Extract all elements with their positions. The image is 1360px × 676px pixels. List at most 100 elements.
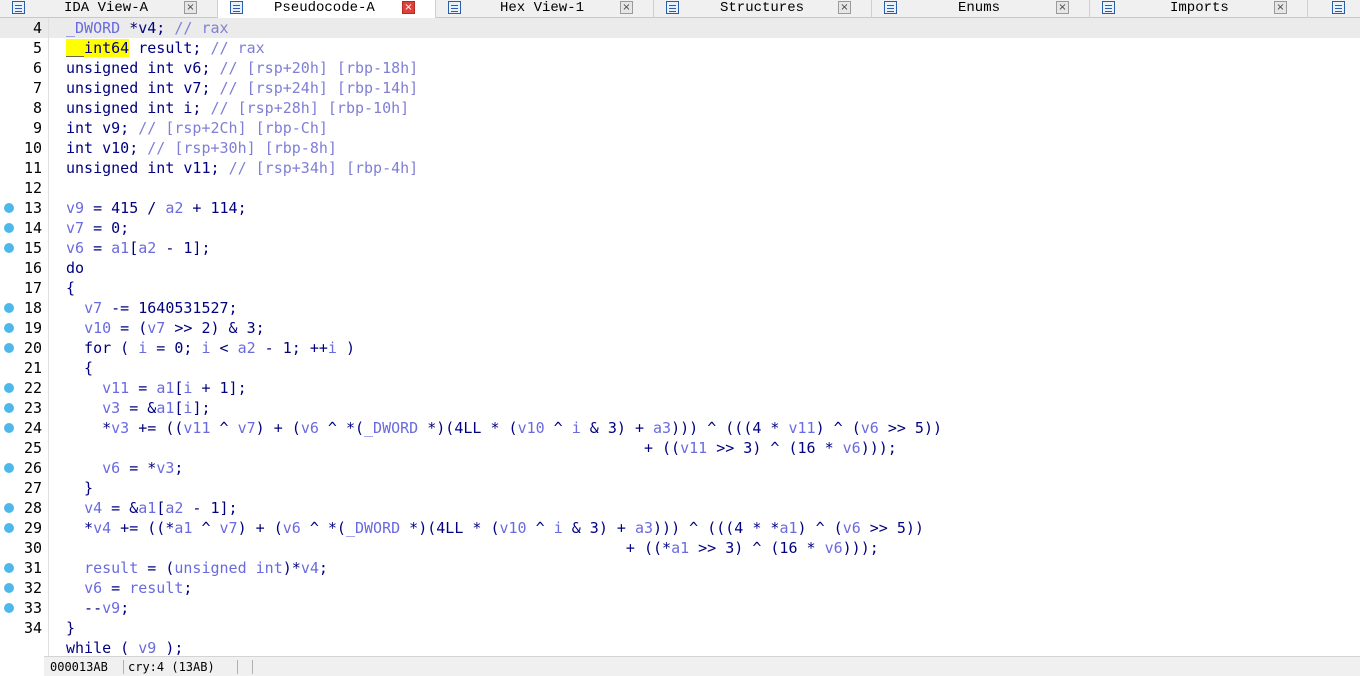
breakpoint-dot-icon[interactable]: [4, 383, 14, 393]
code-token[interactable]: v11: [789, 419, 816, 437]
code-token[interactable]: v6: [283, 519, 301, 537]
code-token[interactable]: v6: [301, 419, 319, 437]
code-token[interactable]: a1: [111, 239, 129, 257]
tab-structures[interactable]: Structures ×: [654, 0, 872, 18]
close-icon[interactable]: ×: [402, 1, 415, 14]
close-icon[interactable]: ×: [184, 1, 197, 14]
code-token[interactable]: unsigned int: [174, 559, 282, 577]
tab-pseudocode-a[interactable]: Pseudocode-A ×: [218, 0, 436, 18]
code-token[interactable]: v6: [84, 579, 102, 597]
breakpoint-dot-icon[interactable]: [4, 223, 14, 233]
code-token[interactable]: v7: [220, 519, 238, 537]
code-line[interactable]: while ( v9 );: [0, 638, 1360, 658]
code-token[interactable]: v3: [102, 399, 120, 417]
code-token[interactable]: v9: [102, 599, 120, 617]
code-token[interactable]: a1: [156, 379, 174, 397]
code-token[interactable]: a2: [165, 199, 183, 217]
code-line[interactable]: 9 int v9; // [rsp+2Ch] [rbp-Ch]: [0, 118, 1360, 138]
code-line[interactable]: 14 v7 = 0;: [0, 218, 1360, 238]
code-line[interactable]: 7 unsigned int v7; // [rsp+24h] [rbp-14h]: [0, 78, 1360, 98]
code-token[interactable]: result: [129, 579, 183, 597]
code-token[interactable]: v11: [183, 419, 210, 437]
code-token[interactable]: result: [84, 559, 138, 577]
code-line[interactable]: 6 unsigned int v6; // [rsp+20h] [rbp-18h]: [0, 58, 1360, 78]
code-line[interactable]: 12: [0, 178, 1360, 198]
code-token[interactable]: v6: [66, 239, 84, 257]
code-token[interactable]: v3: [156, 459, 174, 477]
code-token[interactable]: a1: [779, 519, 797, 537]
breakpoint-dot-icon[interactable]: [4, 203, 14, 213]
code-token[interactable]: a2: [138, 239, 156, 257]
code-token[interactable]: v10: [518, 419, 545, 437]
code-line[interactable]: 29 *v4 += ((*a1 ^ v7) + (v6 ^ *(_DWORD *…: [0, 518, 1360, 538]
breakpoint-dot-icon[interactable]: [4, 403, 14, 413]
breakpoint-dot-icon[interactable]: [4, 503, 14, 513]
breakpoint-dot-icon[interactable]: [4, 563, 14, 573]
code-token[interactable]: v4: [84, 499, 102, 517]
code-line[interactable]: 30 + ((*a1 >> 3) ^ (16 * v6)));: [0, 538, 1360, 558]
tab-imports[interactable]: Imports ×: [1090, 0, 1308, 18]
code-token[interactable]: i: [201, 339, 210, 357]
code-token[interactable]: v9: [66, 199, 84, 217]
tab-hex-view-1[interactable]: Hex View-1 ×: [436, 0, 654, 18]
code-token[interactable]: a1: [156, 399, 174, 417]
code-line[interactable]: 16 do: [0, 258, 1360, 278]
code-token[interactable]: v4: [93, 519, 111, 537]
breakpoint-dot-icon[interactable]: [4, 523, 14, 533]
code-line[interactable]: 25 + ((v11 >> 3) ^ (16 * v6)));: [0, 438, 1360, 458]
code-line[interactable]: 28 v4 = &a1[a2 - 1];: [0, 498, 1360, 518]
code-token[interactable]: a1: [138, 499, 156, 517]
code-token[interactable]: a3: [635, 519, 653, 537]
code-token[interactable]: a3: [653, 419, 671, 437]
code-line[interactable]: 27 }: [0, 478, 1360, 498]
code-token[interactable]: a1: [174, 519, 192, 537]
code-token[interactable]: v9: [138, 639, 156, 657]
code-line[interactable]: 24 *v3 += ((v11 ^ v7) + (v6 ^ *(_DWORD *…: [0, 418, 1360, 438]
code-line[interactable]: 22 v11 = a1[i + 1];: [0, 378, 1360, 398]
code-line[interactable]: 17 {: [0, 278, 1360, 298]
code-token[interactable]: a2: [238, 339, 256, 357]
code-token[interactable]: v6: [861, 419, 879, 437]
code-token[interactable]: v6: [825, 539, 843, 557]
code-token[interactable]: i: [138, 339, 147, 357]
code-token[interactable]: v7: [238, 419, 256, 437]
code-token[interactable]: v7: [147, 319, 165, 337]
code-token[interactable]: v6: [102, 459, 120, 477]
tab-enums[interactable]: Enums ×: [872, 0, 1090, 18]
breakpoint-dot-icon[interactable]: [4, 343, 14, 353]
code-line[interactable]: 23 v3 = &a1[i];: [0, 398, 1360, 418]
code-line[interactable]: 21 {: [0, 358, 1360, 378]
code-line[interactable]: 15 v6 = a1[a2 - 1];: [0, 238, 1360, 258]
close-icon[interactable]: ×: [838, 1, 851, 14]
breakpoint-dot-icon[interactable]: [4, 323, 14, 333]
code-token[interactable]: v11: [102, 379, 129, 397]
code-line[interactable]: 18 v7 -= 1640531527;: [0, 298, 1360, 318]
code-token[interactable]: v6: [843, 519, 861, 537]
close-icon[interactable]: ×: [1056, 1, 1069, 14]
code-line[interactable]: 26 v6 = *v3;: [0, 458, 1360, 478]
code-line[interactable]: 13 v9 = 415 / a2 + 114;: [0, 198, 1360, 218]
breakpoint-dot-icon[interactable]: [4, 243, 14, 253]
code-token[interactable]: i: [554, 519, 563, 537]
pseudocode-view[interactable]: 4 _DWORD *v4; // rax 5 __int64 result; // r…: [0, 18, 1360, 658]
tab-extra[interactable]: [1308, 0, 1360, 18]
breakpoint-dot-icon[interactable]: [4, 303, 14, 313]
code-line[interactable]: 19 v10 = (v7 >> 2) & 3;: [0, 318, 1360, 338]
code-token[interactable]: v10: [500, 519, 527, 537]
code-token[interactable]: v11: [680, 439, 707, 457]
code-token[interactable]: v3: [111, 419, 129, 437]
code-line[interactable]: 5 __int64 result; // rax: [0, 38, 1360, 58]
code-token[interactable]: v7: [84, 299, 102, 317]
code-token[interactable]: _DWORD: [364, 419, 418, 437]
tab-ida-view-a[interactable]: IDA View-A ×: [0, 0, 218, 18]
code-token[interactable]: v10: [84, 319, 111, 337]
code-token[interactable]: a2: [165, 499, 183, 517]
code-token[interactable]: v6: [843, 439, 861, 457]
code-token[interactable]: v7: [66, 219, 84, 237]
close-icon[interactable]: ×: [620, 1, 633, 14]
code-token[interactable]: a1: [671, 539, 689, 557]
code-line[interactable]: 4 _DWORD *v4; // rax: [0, 18, 1360, 38]
code-line[interactable]: 32 v6 = result;: [0, 578, 1360, 598]
code-line[interactable]: 10 int v10; // [rsp+30h] [rbp-8h]: [0, 138, 1360, 158]
breakpoint-dot-icon[interactable]: [4, 583, 14, 593]
